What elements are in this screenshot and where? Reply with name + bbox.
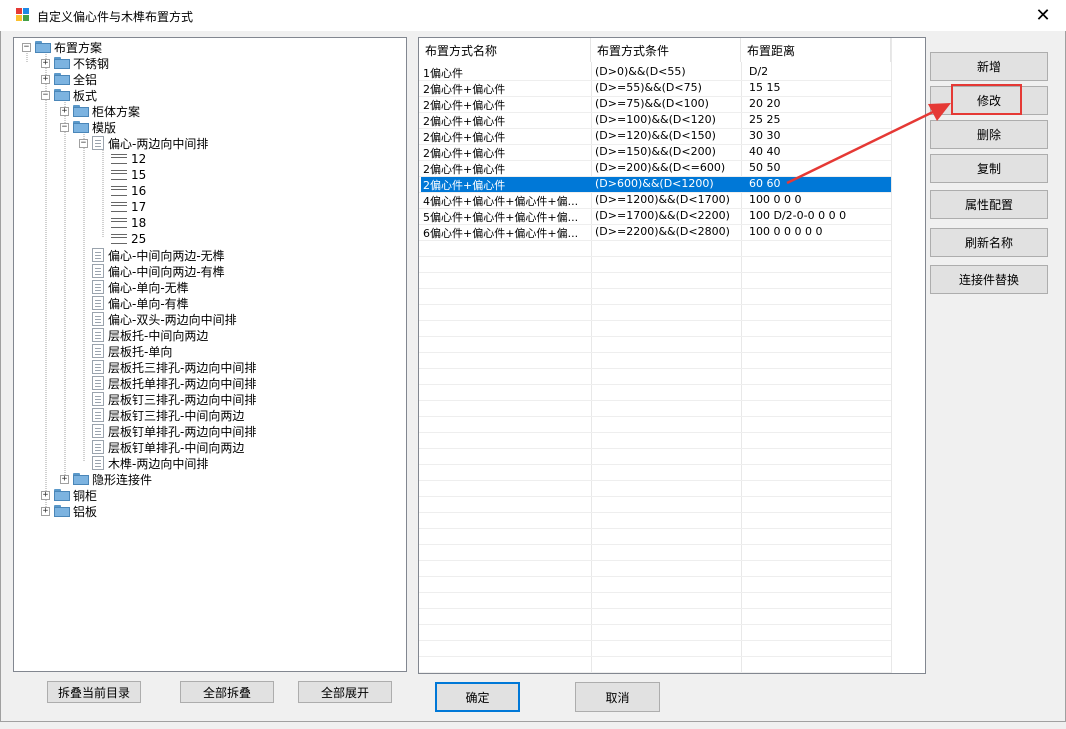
annotation-arrow bbox=[786, 103, 951, 185]
